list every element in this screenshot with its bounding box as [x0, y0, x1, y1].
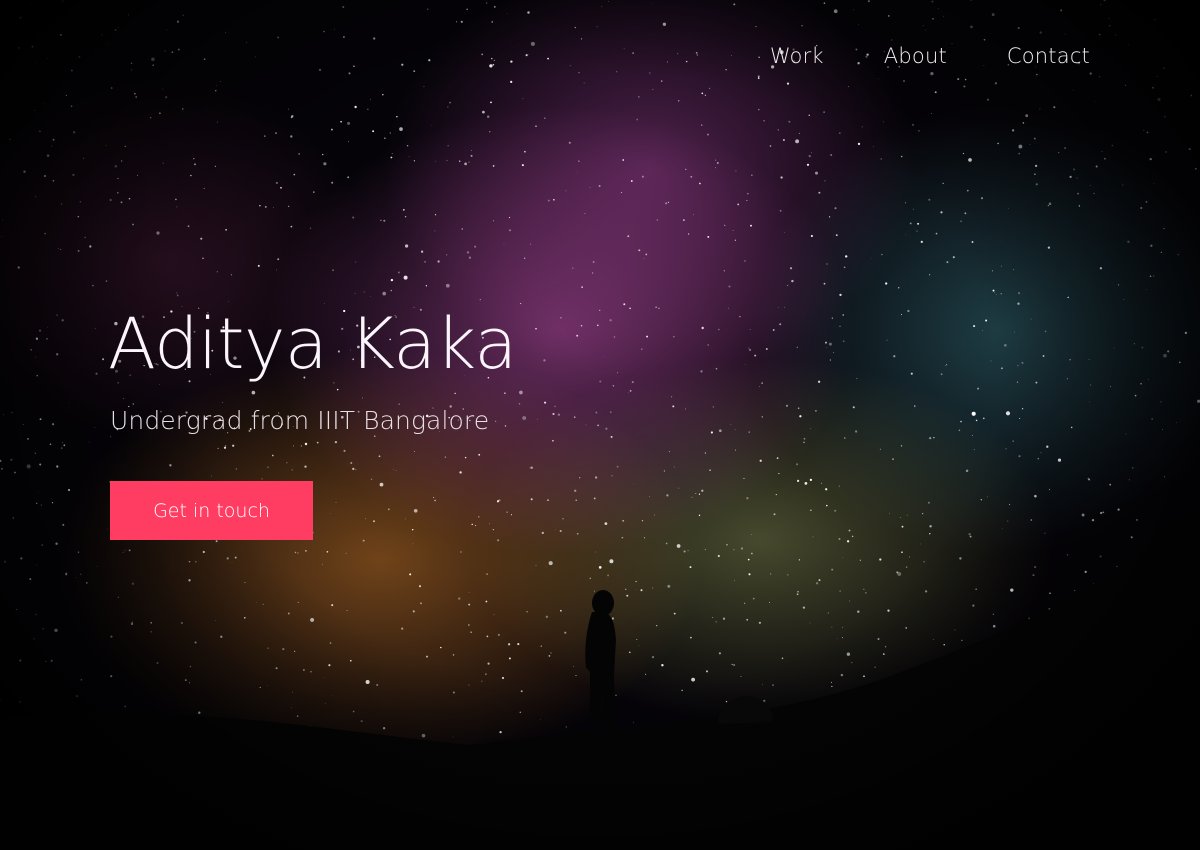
nav-link-about[interactable]: About — [884, 44, 947, 68]
person-silhouette — [585, 590, 616, 732]
nav-link-work[interactable]: Work — [770, 44, 824, 68]
nav-link-contact[interactable]: Contact — [1007, 44, 1090, 68]
get-in-touch-button[interactable]: Get in touch — [110, 481, 313, 540]
hero-name: Aditya Kaka — [108, 303, 517, 385]
top-navigation: Work About Contact — [770, 44, 1090, 68]
hero-tagline: Undergrad from IIIT Bangalore — [110, 406, 490, 435]
hero-section: Work About Contact Aditya Kaka Undergrad… — [0, 0, 1200, 850]
